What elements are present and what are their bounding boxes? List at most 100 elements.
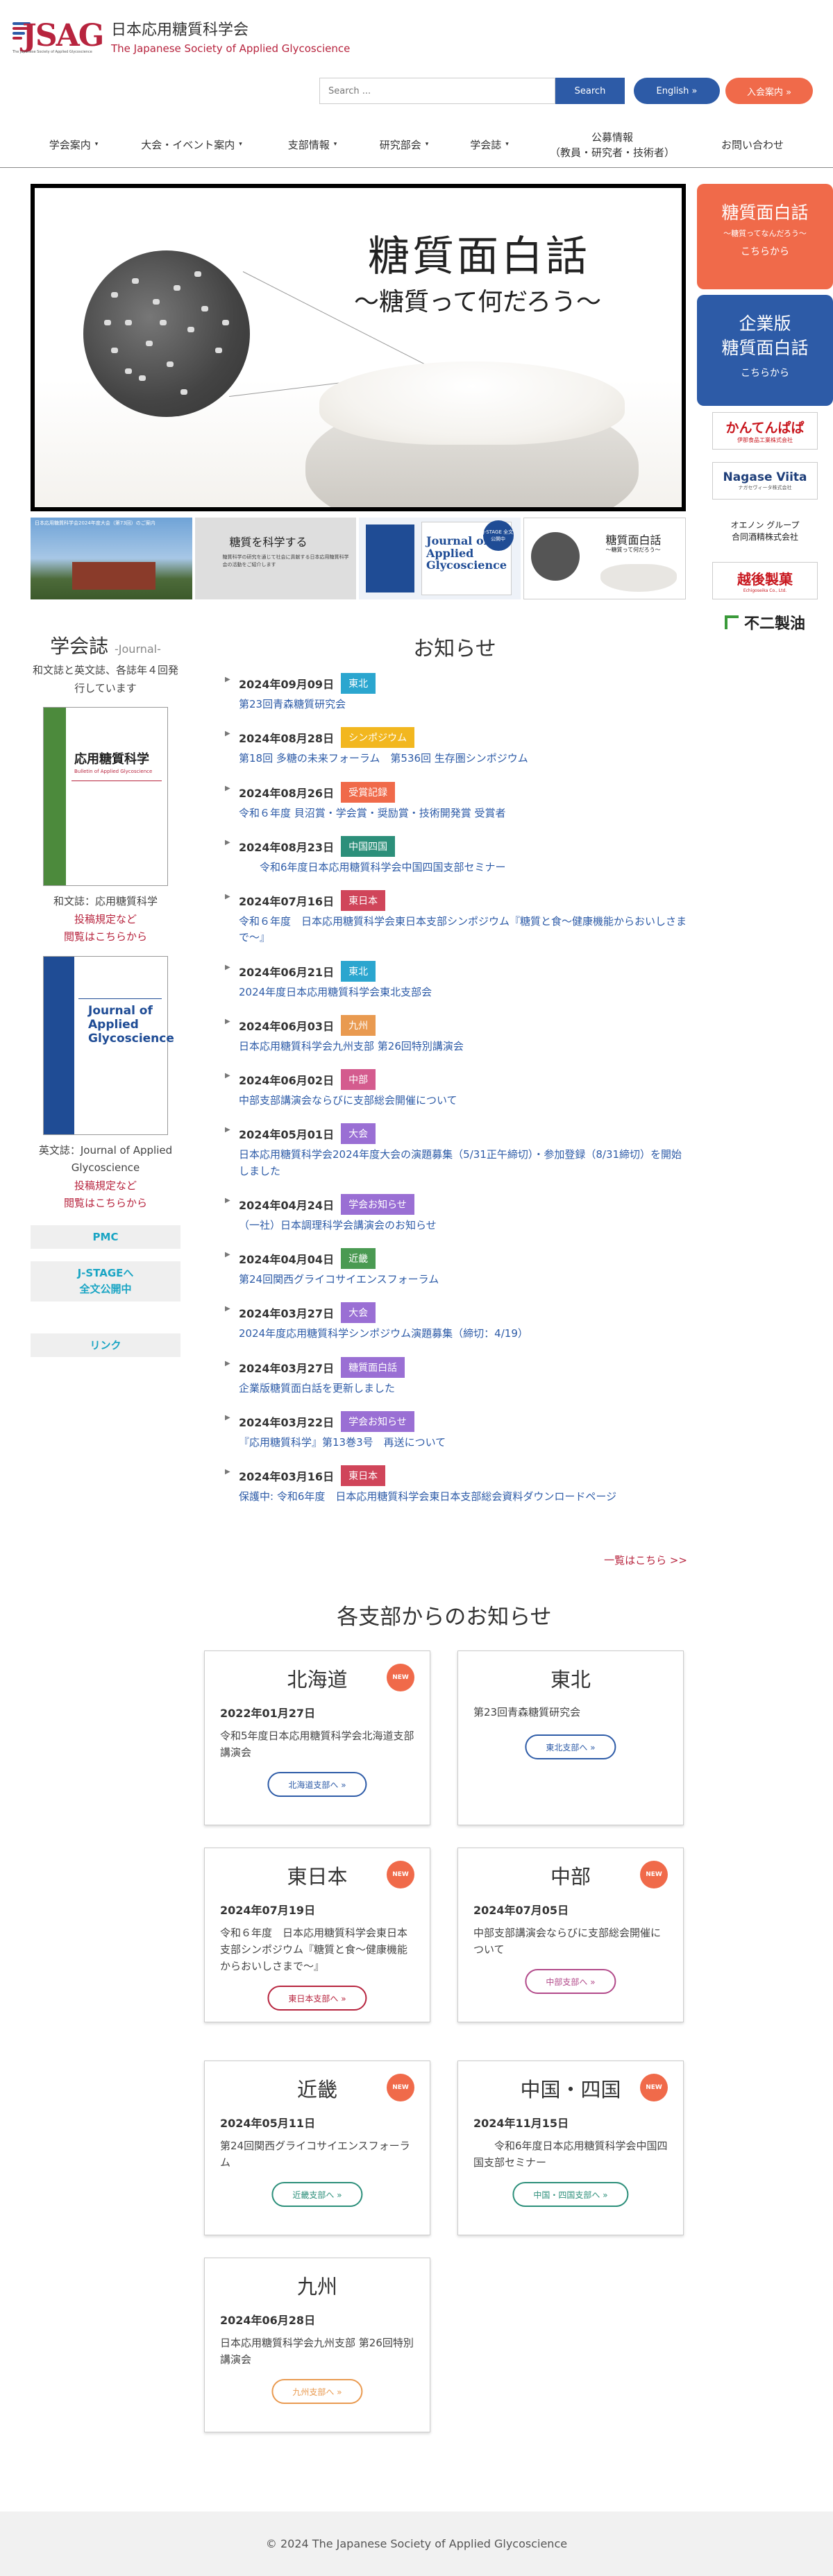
news-tag[interactable]: 中部 bbox=[341, 1069, 376, 1090]
news-item[interactable]: ▶ 2024年09月09日 東北 第23回青森糖質研究会 bbox=[222, 672, 687, 713]
logo-title: 日本応用糖質科学会 The Japanese Society of Applie… bbox=[111, 17, 350, 55]
thumbnail-omoshiro[interactable]: 糖質面白話 〜糖質って何だろう〜 bbox=[523, 518, 686, 599]
news-tag[interactable]: 東北 bbox=[341, 673, 376, 694]
jp-submission-link[interactable]: 投稿規定など bbox=[31, 911, 180, 929]
en-journal-cover[interactable]: Journal of Applied Glycoscience bbox=[43, 955, 174, 1135]
sponsor-oenon[interactable]: オエノン グループ 合同酒精株式会社 bbox=[712, 512, 818, 549]
sponsor-kantenpapa[interactable]: かんてんぱぱ 伊那食品工業株式会社 bbox=[712, 412, 818, 450]
news-item[interactable]: ▶ 2024年06月21日 東北 2024年度日本応用糖質科学会東北支部会 bbox=[222, 959, 687, 1000]
jsag-logo-mark: JSAG The Japanese Society of Applied Gly… bbox=[12, 15, 104, 57]
nav-item-contact[interactable]: お問い合わせ bbox=[711, 122, 794, 168]
news-link[interactable]: 保護中: 令和6年度 日本応用糖質科学会東日本支部総会資料ダウンロードページ bbox=[239, 1489, 687, 1505]
news-tag[interactable]: 学会お知らせ bbox=[341, 1193, 414, 1215]
news-item[interactable]: ▶ 2024年06月03日 九州 日本応用糖質科学会九州支部 第26回特別講演会 bbox=[222, 1014, 687, 1055]
news-link[interactable]: 中部支部講演会ならびに支部総会開催について bbox=[239, 1093, 687, 1109]
news-tag[interactable]: 東北 bbox=[341, 960, 376, 982]
branch-button[interactable]: 中国・四国支部へ » bbox=[512, 2182, 629, 2207]
news-link[interactable]: 2024年度応用糖質科学シンポジウム演題募集（締切：4/19） bbox=[239, 1326, 687, 1342]
branches-title: 各支部からのお知らせ bbox=[337, 1605, 552, 1630]
nav-item-research[interactable]: 研究部会 ▾ bbox=[369, 122, 439, 168]
news-tag[interactable]: 大会 bbox=[341, 1302, 376, 1324]
branch-button[interactable]: 東日本支部へ » bbox=[267, 1986, 367, 2011]
promo-title-2: 糖質面白話 bbox=[721, 338, 809, 358]
jp-journal-cover[interactable]: 応用糖質科学 Bulletin of Applied Glycoscience bbox=[43, 707, 168, 886]
sponsor-sub: 伊那食品工業株式会社 bbox=[737, 437, 793, 443]
thumbnail-journal[interactable]: Journal of Applied Glycoscience J-STAGE … bbox=[359, 518, 521, 599]
branch-button[interactable]: 近畿支部へ » bbox=[271, 2182, 363, 2207]
en-submission-link[interactable]: 投稿規定など bbox=[31, 1177, 180, 1195]
news-tag[interactable]: シンポジウム bbox=[341, 727, 415, 749]
branch-name: 東北 bbox=[550, 1668, 591, 1691]
news-item[interactable]: ▶ 2024年03月22日 学会お知らせ 『応用糖質科学』第13巻3号 再送について bbox=[222, 1410, 687, 1451]
jp-journal-caption: 和文誌：応用糖質科学 投稿規定など 閲覧はこちらから bbox=[31, 893, 180, 946]
journal-heading-en: -Journal- bbox=[115, 642, 161, 656]
sponsor-fujioil[interactable]: 不二製油 bbox=[712, 604, 818, 641]
nav-item-journal[interactable]: 学会誌 ▾ bbox=[458, 122, 521, 168]
news-date: 2024年06月21日 bbox=[239, 965, 335, 979]
news-item[interactable]: ▶ 2024年03月27日 大会 2024年度応用糖質科学シンポジウム演題募集（締切：… bbox=[222, 1301, 687, 1342]
triangle-right-icon: ▶ bbox=[225, 1017, 230, 1025]
jstage-button[interactable]: J-STAGEへ 全文公開中 bbox=[31, 1261, 180, 1302]
news-item[interactable]: ▶ 2024年04月24日 学会お知らせ （一社）日本調理科学会講演会のお知らせ bbox=[222, 1193, 687, 1234]
sponsor-nagase-viita[interactable]: Nagase Viita ナガセヴィータ株式会社 bbox=[712, 462, 818, 500]
news-item[interactable]: ▶ 2024年08月28日 シンポジウム 第18回 多糖の未来フォーラム 第536回 … bbox=[222, 726, 687, 767]
branch-card: 中部 NEW 2024年07月05日 中部支部講演会ならびに支部総会開催について 中部支… bbox=[457, 1848, 684, 2022]
news-item[interactable]: ▶ 2024年04月04日 近畿 第24回関西グライコサイエンスフォーラム bbox=[222, 1247, 687, 1288]
branch-button[interactable]: 東北支部へ » bbox=[525, 1734, 616, 1759]
link-icon: PMC bbox=[92, 1230, 119, 1243]
nav-item-events[interactable]: 大会・イベント案内 ▾ bbox=[129, 122, 254, 168]
thumb-title: 糖質面白話 bbox=[605, 534, 662, 547]
news-link[interactable]: 第18回 多糖の未来フォーラム 第536回 生存圏シンポジウム bbox=[239, 751, 687, 767]
branch-date: 2024年05月11日 bbox=[220, 2117, 316, 2130]
nav-item-recruit[interactable]: 公募情報 （教員・研究者・技術者） bbox=[539, 122, 686, 168]
news-link[interactable]: 第24回関西グライコサイエンスフォーラム bbox=[239, 1272, 687, 1288]
nav-item-branches[interactable]: 支部情報 ▾ bbox=[278, 122, 347, 168]
promo-corporate-omoshiro[interactable]: 企業版 糖質面白話 こちらから bbox=[697, 295, 833, 406]
search-button[interactable]: Search bbox=[555, 78, 625, 104]
news-link[interactable]: 日本応用糖質科学会2024年度大会の演題募集（5/31正午締切）・参加登録（8/… bbox=[239, 1147, 687, 1179]
site-logo[interactable]: JSAG The Japanese Society of Applied Gly… bbox=[12, 15, 350, 57]
news-link[interactable]: 『応用糖質科学』第13巻3号 再送について bbox=[239, 1435, 687, 1451]
branch-button[interactable]: 九州支部へ » bbox=[271, 2379, 363, 2404]
news-link[interactable]: 令和6年度日本応用糖質科学会中国四国支部セミナー bbox=[239, 860, 687, 876]
news-item[interactable]: ▶ 2024年08月23日 中国四国 令和6年度日本応用糖質科学会中国四国支部セミナ… bbox=[222, 835, 687, 876]
news-item[interactable]: ▶ 2024年08月26日 受賞記録 令和６年度 貝沼賞・学会賞・奨励賞・技術開発賞 … bbox=[222, 781, 687, 821]
en-view-link[interactable]: 閲覧はこちらから bbox=[31, 1195, 180, 1213]
news-link[interactable]: （一社）日本調理科学会講演会のお知らせ bbox=[239, 1218, 687, 1234]
branch-button[interactable]: 北海道支部へ » bbox=[267, 1772, 367, 1797]
news-item[interactable]: ▶ 2024年03月16日 東日本 保護中: 令和6年度 日本応用糖質科学会東日本支部… bbox=[222, 1464, 687, 1505]
news-more-link[interactable]: 一覧はこちら >> bbox=[604, 1553, 687, 1567]
nav-item-about[interactable]: 学会案内 ▾ bbox=[39, 122, 108, 168]
sponsor-echigoseika[interactable]: 越後製菓 Echigoseika Co., Ltd. bbox=[712, 562, 818, 599]
news-tag[interactable]: 中国四国 bbox=[341, 835, 396, 857]
search-input[interactable] bbox=[319, 78, 555, 104]
jp-view-link[interactable]: 閲覧はこちらから bbox=[31, 928, 180, 946]
news-link[interactable]: 企業版糖質面白話を更新しました bbox=[239, 1381, 687, 1397]
news-tag[interactable]: 近畿 bbox=[341, 1248, 376, 1269]
news-link[interactable]: 2024年度日本応用糖質科学会東北支部会 bbox=[239, 984, 687, 1000]
news-item[interactable]: ▶ 2024年05月01日 大会 日本応用糖質科学会2024年度大会の演題募集（5/3… bbox=[222, 1122, 687, 1179]
news-item[interactable]: ▶ 2024年03月27日 糖質面白話 企業版糖質面白話を更新しました bbox=[222, 1356, 687, 1397]
thumbnail-science[interactable]: 糖質を科学する 糖質科学の研究を通じて社会に貢献する日本応用糖質科学会の活動をご… bbox=[194, 518, 356, 599]
branch-button[interactable]: 中部支部へ » bbox=[525, 1969, 616, 1994]
english-button[interactable]: English » bbox=[634, 78, 720, 104]
news-link[interactable]: 日本応用糖質科学会九州支部 第26回特別講演会 bbox=[239, 1039, 687, 1055]
thumbnail-annual-meeting[interactable]: 日本応用糖質科学会2024年度大会（第73回）のご案内 bbox=[31, 518, 192, 599]
news-item[interactable]: ▶ 2024年06月02日 中部 中部支部講演会ならびに支部総会開催について bbox=[222, 1068, 687, 1109]
news-item[interactable]: ▶ 2024年07月16日 東日本 令和６年度 日本応用糖質科学会東日本支部シンポジウ… bbox=[222, 889, 687, 946]
news-link[interactable]: 令和６年度 貝沼賞・学会賞・奨励賞・技術開発賞 受賞者 bbox=[239, 805, 687, 821]
links-button[interactable]: リンク bbox=[31, 1333, 180, 1357]
news-tag[interactable]: 糖質面白話 bbox=[341, 1356, 405, 1378]
news-link[interactable]: 令和６年度 日本応用糖質科学会東日本支部シンポジウム『糖質と食〜健康機能からおい… bbox=[239, 914, 687, 946]
join-button[interactable]: 入会案内 » bbox=[725, 78, 813, 104]
hero-banner[interactable]: 糖質面白話 〜糖質って何だろう〜 bbox=[31, 184, 686, 511]
pmc-button[interactable]: PMC bbox=[31, 1225, 180, 1249]
news-tag[interactable]: 東日本 bbox=[341, 1465, 386, 1486]
news-tag[interactable]: 東日本 bbox=[341, 890, 386, 911]
promo-omoshiro[interactable]: 糖質面白話 〜糖質ってなんだろう〜 こちらから bbox=[697, 184, 833, 289]
news-tag[interactable]: 受賞記録 bbox=[341, 781, 396, 803]
news-tag[interactable]: 学会お知らせ bbox=[341, 1410, 414, 1432]
news-tag[interactable]: 大会 bbox=[341, 1123, 376, 1145]
news-link[interactable]: 第23回青森糖質研究会 bbox=[239, 697, 687, 713]
news-tag[interactable]: 九州 bbox=[341, 1014, 376, 1036]
